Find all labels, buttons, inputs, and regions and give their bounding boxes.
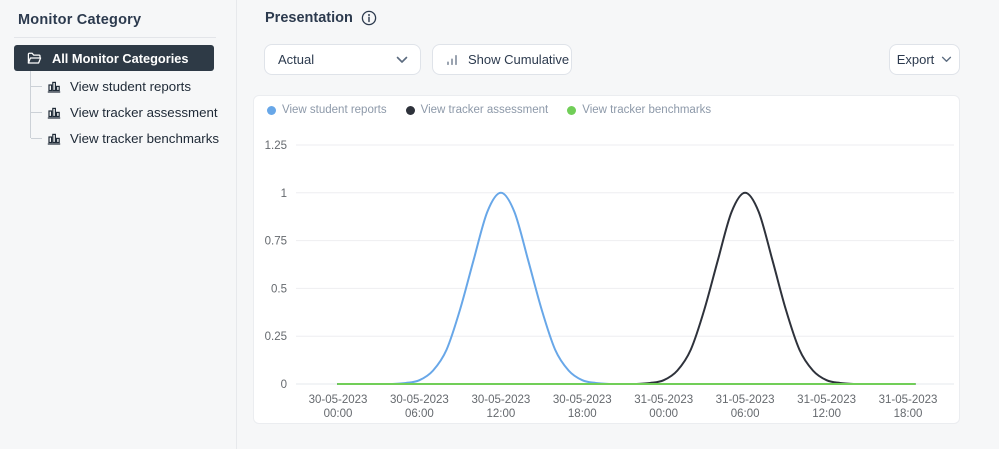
sidebar-item-view-tracker-benchmarks[interactable]: View tracker benchmarks xyxy=(0,125,237,151)
bar-chart-icon xyxy=(47,79,61,93)
show-cumulative-label: Show Cumulative xyxy=(468,52,570,67)
chart-card: View student reports View tracker assessm… xyxy=(253,95,960,424)
sidebar-divider xyxy=(14,37,216,38)
sidebar-title: Monitor Category xyxy=(18,12,142,28)
sidebar-item-label: View student reports xyxy=(70,78,191,94)
x-tick-label: 00:00 xyxy=(324,408,353,420)
bar-chart-icon xyxy=(47,105,61,119)
show-cumulative-button[interactable]: Show Cumulative xyxy=(432,44,572,75)
x-tick-label: 12:00 xyxy=(487,408,516,420)
x-tick-label: 31-05-2023 xyxy=(879,394,938,406)
x-tick-label: 30-05-2023 xyxy=(471,394,530,406)
export-label: Export xyxy=(896,52,935,67)
bar-chart-icon xyxy=(47,131,61,145)
x-tick-label: 30-05-2023 xyxy=(309,394,368,406)
x-tick-label: 18:00 xyxy=(894,408,923,420)
sidebar-item-label: View tracker benchmarks xyxy=(70,130,220,146)
cumulative-bars-icon xyxy=(446,53,459,66)
sidebar: Monitor Category All Monitor Categories … xyxy=(0,0,237,449)
x-tick-label: 06:00 xyxy=(405,408,434,420)
line-chart: 0 0.25 0.5 0.75 1 1.25 30-05-2023 00:00 30-05-20… xyxy=(265,140,954,420)
sidebar-item-all-monitor-categories[interactable]: All Monitor Categories xyxy=(14,45,214,71)
y-tick-label: 1 xyxy=(281,188,287,200)
y-tick-label: 0.25 xyxy=(265,331,287,343)
x-tick-label: 31-05-2023 xyxy=(634,394,693,406)
x-tick-label: 18:00 xyxy=(568,408,597,420)
sidebar-item-view-tracker-assessment[interactable]: View tracker assessment xyxy=(0,99,237,125)
x-tick-label: 30-05-2023 xyxy=(390,394,449,406)
section-title-text: Presentation xyxy=(265,10,353,26)
sidebar-item-label: All Monitor Categories xyxy=(52,50,189,66)
y-tick-label: 1.25 xyxy=(265,140,287,152)
x-tick-label: 00:00 xyxy=(649,408,678,420)
chevron-down-icon xyxy=(941,56,952,63)
y-tick-label: 0.5 xyxy=(271,283,287,295)
sidebar-item-label: View tracker assessment xyxy=(70,104,218,120)
folder-icon xyxy=(27,52,42,65)
info-icon[interactable] xyxy=(361,10,377,26)
x-tick-label: 31-05-2023 xyxy=(797,394,856,406)
x-tick-label: 31-05-2023 xyxy=(716,394,775,406)
presentation-select-value: Actual xyxy=(278,52,315,67)
presentation-select[interactable]: Actual xyxy=(264,44,421,75)
x-tick-label: 12:00 xyxy=(812,408,841,420)
chevron-down-icon xyxy=(396,56,408,64)
section-title: Presentation xyxy=(265,10,377,26)
x-tick-label: 30-05-2023 xyxy=(553,394,612,406)
sidebar-item-view-student-reports[interactable]: View student reports xyxy=(0,73,237,99)
x-tick-label: 06:00 xyxy=(731,408,760,420)
y-tick-label: 0 xyxy=(281,379,287,391)
export-button[interactable]: Export xyxy=(889,44,960,75)
y-tick-label: 0.75 xyxy=(265,236,287,248)
